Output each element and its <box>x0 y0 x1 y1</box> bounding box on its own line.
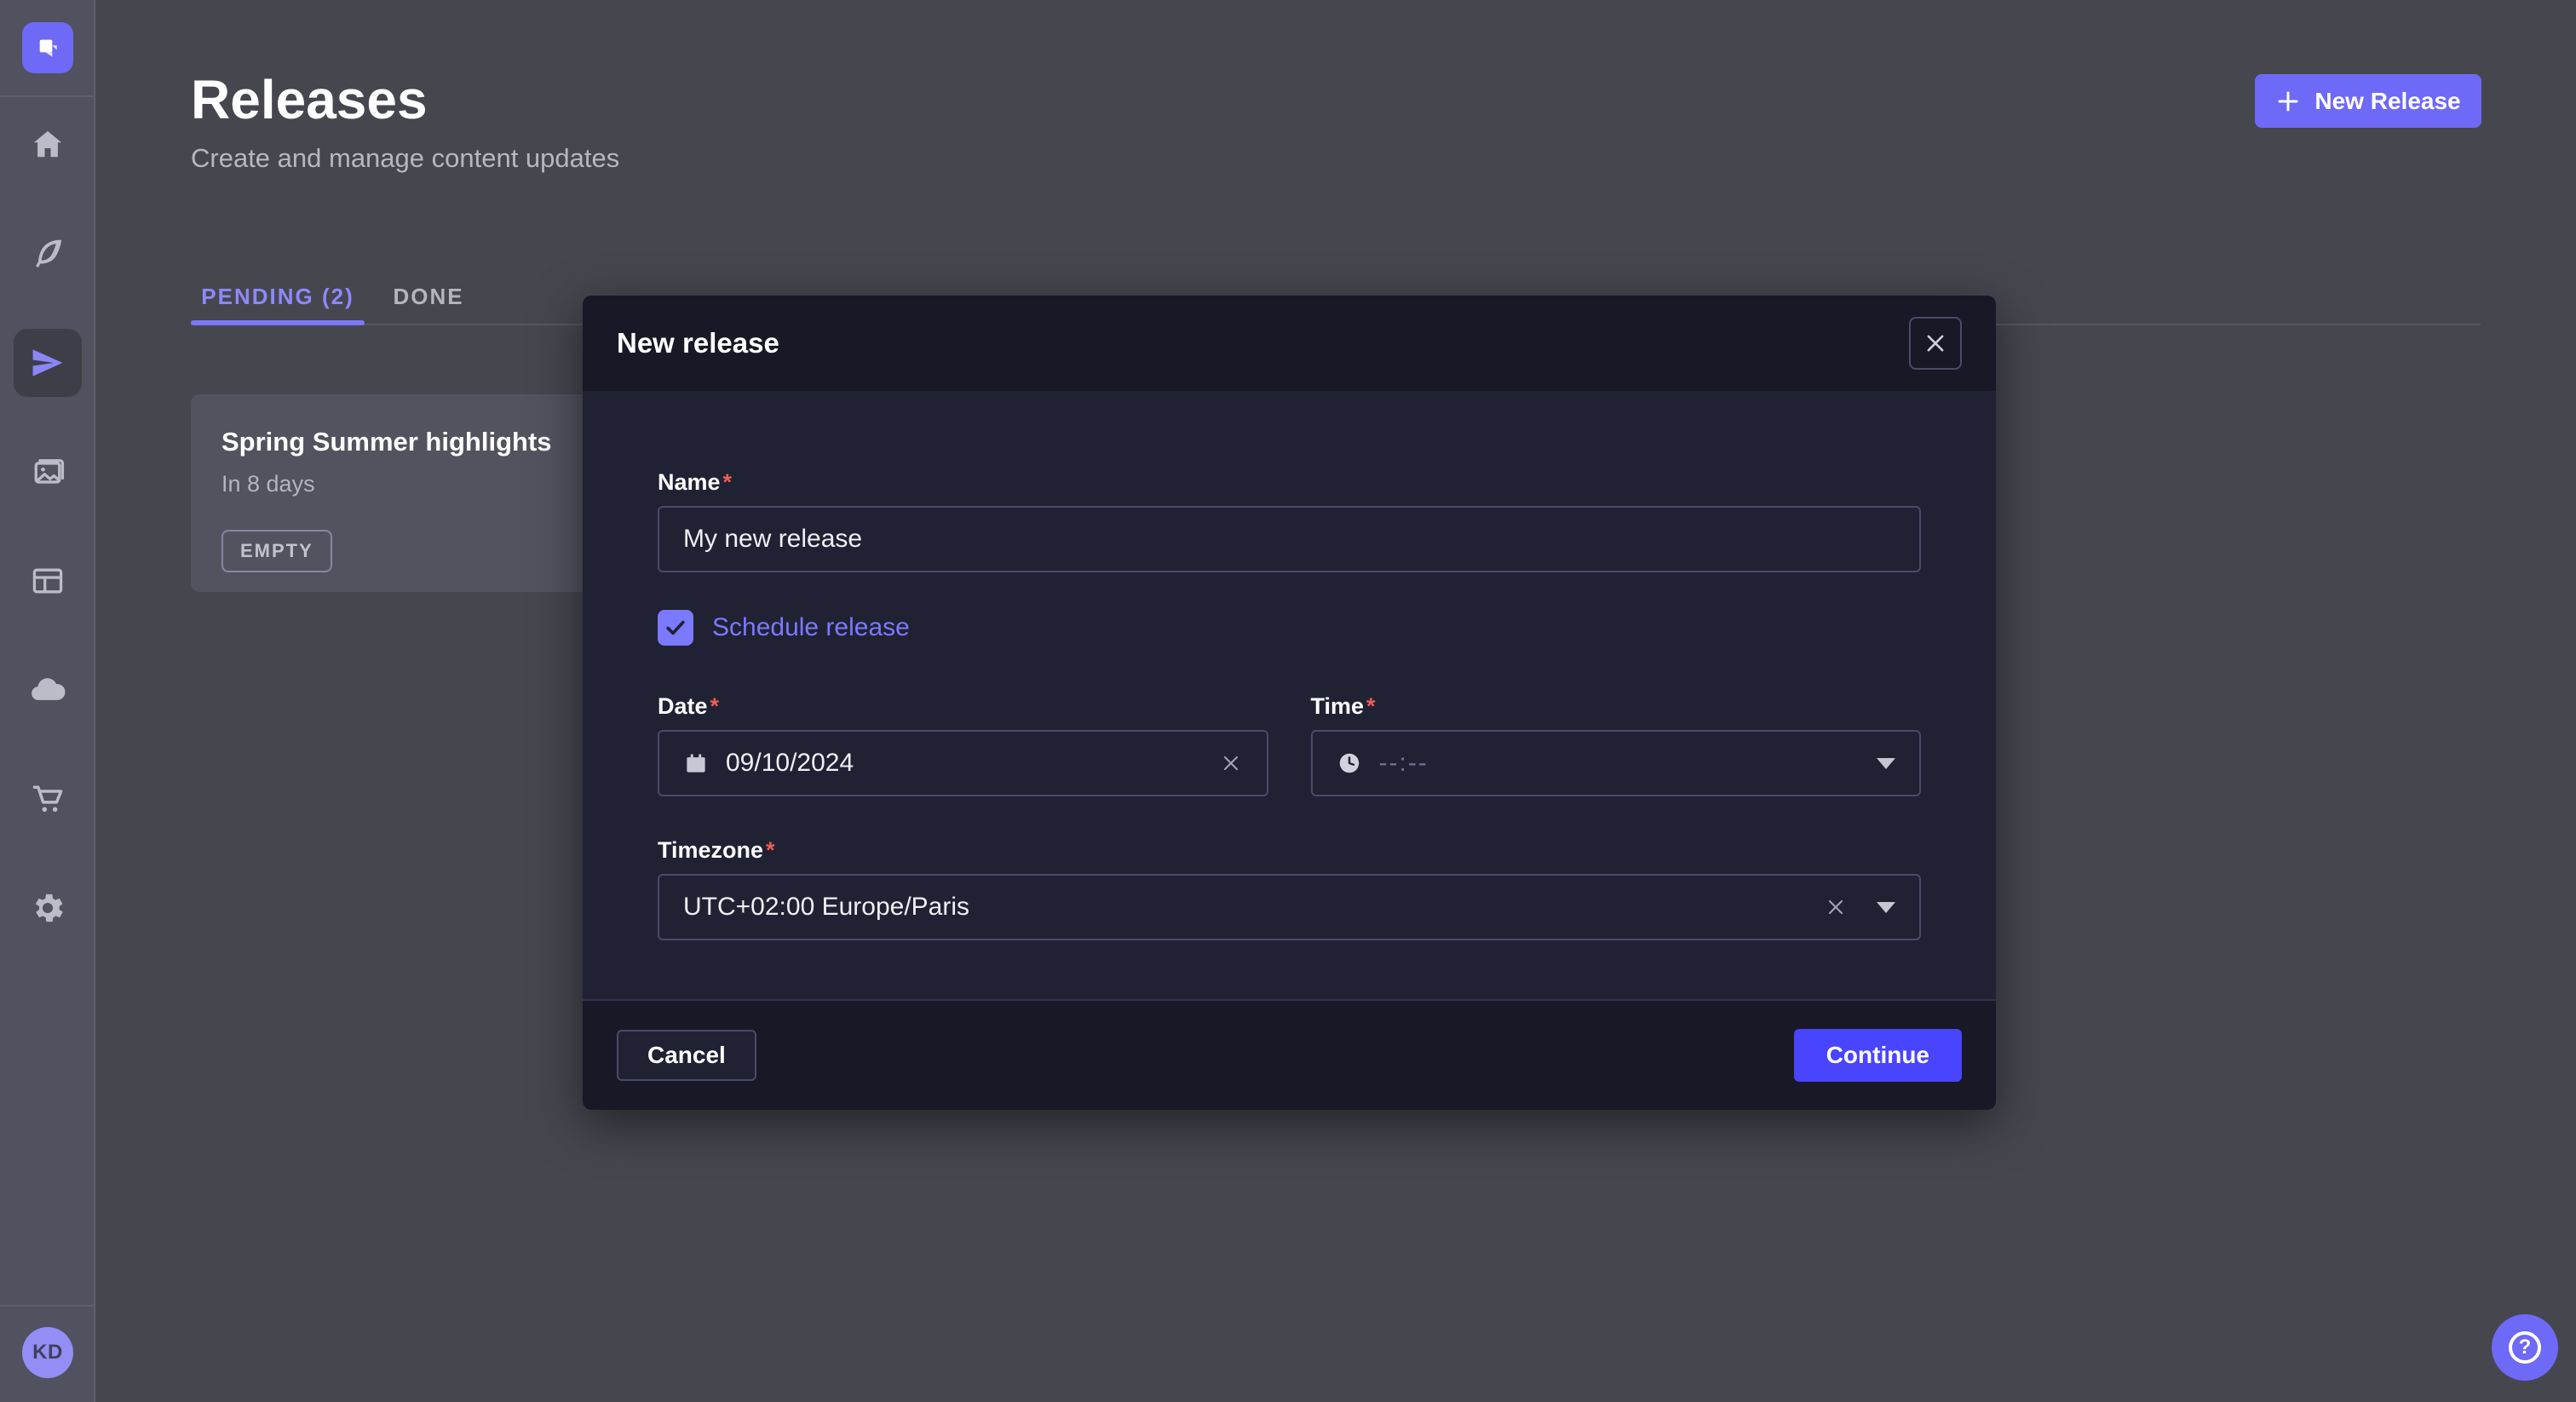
date-field-group: Date* 09/10/2024 <box>658 693 1268 796</box>
timezone-select[interactable]: UTC+02:00 Europe/Paris <box>658 874 1921 940</box>
clear-timezone-icon[interactable] <box>1824 895 1848 919</box>
date-time-grid: Date* 09/10/2024 <box>658 693 1921 796</box>
cart-icon <box>29 780 66 818</box>
clock-icon <box>1337 750 1362 776</box>
sidebar-item-releases[interactable] <box>14 329 82 397</box>
chevron-down-icon[interactable] <box>1877 758 1895 769</box>
date-picker[interactable]: 09/10/2024 <box>658 730 1268 796</box>
clear-date-icon[interactable] <box>1219 751 1243 775</box>
modal-footer: Cancel Continue <box>583 999 1996 1110</box>
time-picker[interactable]: --:-- <box>1311 730 1922 796</box>
sidebar-item-content-builder[interactable] <box>14 220 82 288</box>
strapi-logo[interactable] <box>22 22 73 73</box>
tab-pending[interactable]: PENDING (2) <box>191 271 365 322</box>
modal-title: New release <box>617 327 779 359</box>
date-value: 09/10/2024 <box>726 749 854 778</box>
name-label: Name* <box>658 469 1921 496</box>
name-input[interactable] <box>658 506 1921 572</box>
calendar-icon <box>683 750 709 776</box>
modal-header: New release <box>583 296 1996 391</box>
sidebar: KD <box>0 0 95 1402</box>
required-asterisk: * <box>723 469 733 495</box>
sidebar-item-media-library[interactable] <box>14 438 82 506</box>
status-badge: EMPTY <box>221 530 332 572</box>
required-asterisk: * <box>710 693 720 719</box>
home-icon <box>29 126 66 164</box>
sidebar-item-home[interactable] <box>14 111 82 179</box>
cancel-button[interactable]: Cancel <box>617 1030 756 1081</box>
new-release-modal: New release Name* Schedule release <box>583 296 1996 1110</box>
close-icon <box>1923 331 1947 355</box>
date-label: Date* <box>658 693 1268 720</box>
timezone-value: UTC+02:00 Europe/Paris <box>683 893 969 922</box>
required-asterisk: * <box>766 837 775 863</box>
new-release-label: New Release <box>2314 88 2460 115</box>
required-asterisk: * <box>1366 693 1376 719</box>
continue-button[interactable]: Continue <box>1794 1029 1962 1082</box>
active-tab-underline <box>191 320 365 325</box>
cloud-icon <box>29 671 66 709</box>
help-button[interactable]: ? <box>2492 1314 2558 1381</box>
avatar[interactable]: KD <box>22 1327 73 1378</box>
date-label-text: Date <box>658 693 708 719</box>
modal-body: Name* Schedule release Date* <box>583 391 1996 999</box>
time-label: Time* <box>1311 693 1922 720</box>
close-button[interactable] <box>1909 317 1962 370</box>
chevron-down-icon[interactable] <box>1877 902 1895 913</box>
checkmark-icon <box>664 616 687 640</box>
schedule-checkbox[interactable] <box>658 610 693 646</box>
tab-done[interactable]: DONE <box>365 271 492 322</box>
strapi-logo-icon <box>34 34 61 61</box>
question-mark-icon: ? <box>2509 1331 2541 1364</box>
name-label-text: Name <box>658 469 721 495</box>
gear-icon <box>29 889 66 927</box>
time-placeholder: --:-- <box>1379 749 1429 778</box>
sidebar-item-cloud[interactable] <box>14 656 82 724</box>
timezone-label-text: Timezone <box>658 837 763 863</box>
plus-icon <box>2275 89 2301 114</box>
timezone-label: Timezone* <box>658 837 1921 864</box>
sidebar-item-content-manager[interactable] <box>14 547 82 615</box>
time-field-group: Time* --:-- <box>1311 693 1922 796</box>
name-field-group: Name* <box>658 469 1921 572</box>
sidebar-divider-top <box>0 95 95 97</box>
paper-plane-icon <box>29 344 66 382</box>
sidebar-divider-bottom <box>0 1305 95 1307</box>
time-label-text: Time <box>1311 693 1365 719</box>
layout-icon <box>29 562 66 600</box>
page-subtitle: Create and manage content updates <box>191 143 619 174</box>
media-library-icon <box>29 453 66 491</box>
feather-icon <box>29 235 66 273</box>
timezone-field-group: Timezone* UTC+02:00 Europe/Paris <box>658 837 1921 940</box>
new-release-button[interactable]: New Release <box>2255 74 2481 128</box>
schedule-checkbox-label[interactable]: Schedule release <box>712 613 910 642</box>
page-title: Releases <box>191 68 428 131</box>
schedule-release-row: Schedule release <box>658 610 1921 646</box>
sidebar-item-marketplace[interactable] <box>14 765 82 833</box>
sidebar-item-settings[interactable] <box>14 874 82 942</box>
